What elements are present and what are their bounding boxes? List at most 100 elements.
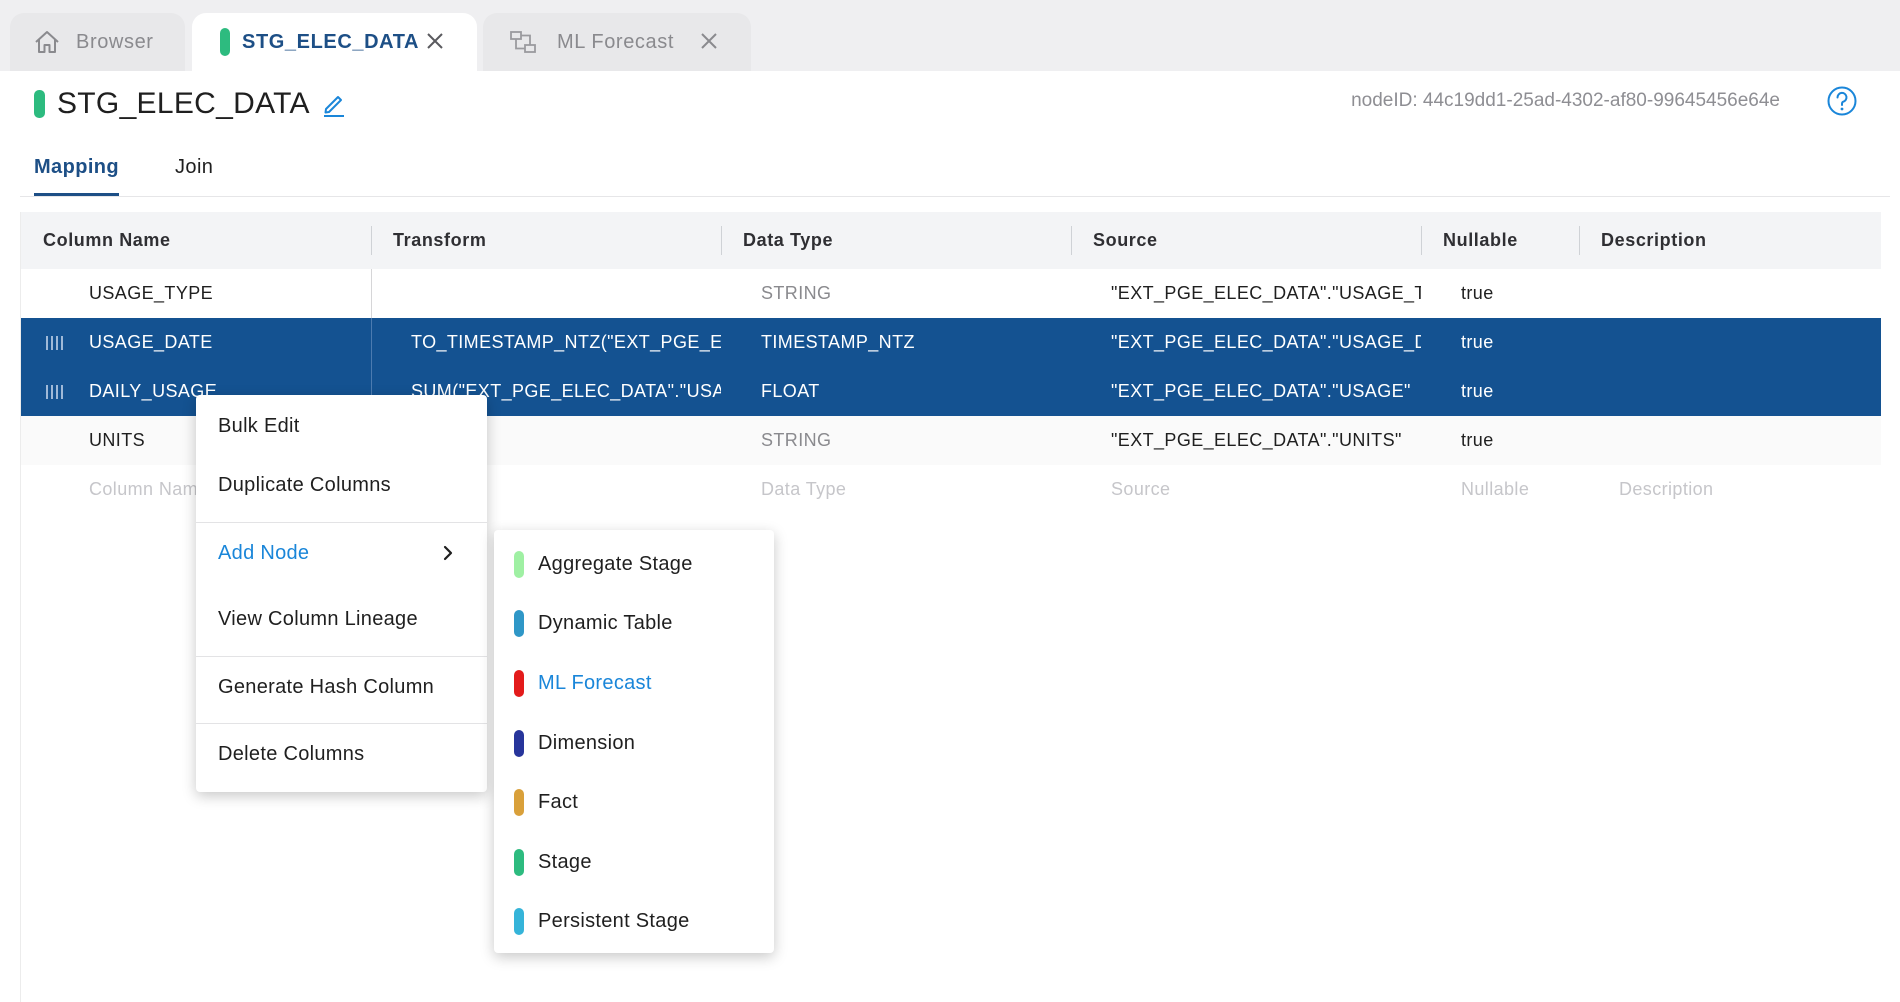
cell-description[interactable]: [1619, 367, 1869, 416]
node-type-chip: [514, 609, 524, 637]
help-icon[interactable]: [1826, 85, 1858, 117]
node-type-dynamic-table[interactable]: Dynamic Table: [494, 597, 774, 649]
menu-item-delete-columns[interactable]: Delete Columns: [196, 725, 487, 783]
column-header-transform[interactable]: Transform: [393, 212, 486, 269]
menu-item-label: ML Forecast: [538, 671, 652, 694]
cell-nullable[interactable]: true: [1461, 318, 1571, 367]
node-type-chip: [514, 848, 524, 876]
table-row[interactable]: USAGE_TYPE STRING "EXT_PGE_ELEC_DATA"."U…: [21, 269, 1881, 318]
cell-column-name[interactable]: USAGE_TYPE: [89, 269, 369, 318]
tab-join[interactable]: Join: [175, 150, 213, 196]
node-type-chip: [514, 788, 524, 816]
node-id: nodeID: 44c19dd1-25ad-4302-af80-99645456…: [1351, 90, 1780, 111]
tab-browser[interactable]: Browser: [10, 13, 185, 71]
node-type-ml-forecast[interactable]: ML Forecast: [494, 657, 774, 709]
page-title: STG_ELEC_DATA: [57, 87, 310, 120]
menu-divider: [196, 522, 487, 523]
cell-transform[interactable]: TO_TIMESTAMP_NTZ("EXT_PGE_ELI: [411, 318, 721, 367]
menu-item-label: Generate Hash Column: [218, 675, 435, 698]
close-icon[interactable]: [423, 29, 447, 53]
new-transform-input[interactable]: m: [471, 465, 721, 514]
tab-ml-forecast[interactable]: ML Forecast: [483, 13, 751, 71]
menu-item-bulk-edit[interactable]: Bulk Edit: [196, 397, 487, 455]
menu-item-label: Stage: [538, 850, 592, 873]
node-type-chip: [514, 550, 524, 578]
node-type-chip: [220, 28, 230, 56]
new-data-type-input[interactable]: Data Type: [761, 465, 1061, 514]
menu-item-label: Add Node: [218, 541, 310, 564]
tab-label: STG_ELEC_DATA: [242, 30, 420, 53]
cell-nullable[interactable]: true: [1461, 367, 1571, 416]
node-type-fact[interactable]: Fact: [494, 776, 774, 828]
menu-item-label: Aggregate Stage: [538, 552, 693, 575]
cell-source[interactable]: "EXT_PGE_ELEC_DATA"."USAGE": [1111, 367, 1421, 416]
cell-nullable[interactable]: true: [1461, 416, 1571, 465]
add-node-submenu: Aggregate Stage Dynamic Table ML Forecas…: [494, 530, 774, 953]
home-icon: [34, 30, 60, 54]
tab-label: Browser: [76, 30, 154, 53]
cell-source[interactable]: "EXT_PGE_ELEC_DATA"."UNITS": [1111, 416, 1421, 465]
cell-data-type[interactable]: STRING: [761, 416, 1061, 465]
new-nullable-input[interactable]: Nullable: [1461, 465, 1571, 514]
menu-item-label: Persistent Stage: [538, 909, 690, 932]
column-header-description[interactable]: Description: [1601, 212, 1707, 269]
menu-item-view-column-lineage[interactable]: View Column Lineage: [196, 590, 487, 648]
tab-mapping[interactable]: Mapping: [34, 150, 120, 196]
tab-label: ML Forecast: [557, 30, 675, 53]
column-divider: [371, 269, 372, 318]
cell-data-type[interactable]: FLOAT: [761, 367, 1061, 416]
divider: [20, 196, 1890, 197]
cell-transform[interactable]: [411, 269, 721, 318]
column-divider[interactable]: [721, 226, 722, 255]
node-type-dimension[interactable]: Dimension: [494, 717, 774, 769]
cell-source[interactable]: "EXT_PGE_ELEC_DATA"."USAGE_DAT: [1111, 318, 1421, 367]
column-divider[interactable]: [1421, 226, 1422, 255]
menu-item-label: Delete Columns: [218, 742, 365, 765]
cell-description[interactable]: [1619, 269, 1869, 318]
column-header-source[interactable]: Source: [1093, 212, 1158, 269]
edit-icon[interactable]: [320, 90, 348, 118]
cell-nullable[interactable]: true: [1461, 269, 1571, 318]
grid-header: Column Name Transform Data Type Source N…: [21, 212, 1881, 269]
page-header: STG_ELEC_DATA: [34, 84, 348, 124]
column-header-data-type[interactable]: Data Type: [743, 212, 833, 269]
cell-source[interactable]: "EXT_PGE_ELEC_DATA"."USAGE_TYP: [1111, 269, 1421, 318]
column-divider[interactable]: [1071, 226, 1072, 255]
chevron-right-icon: [439, 544, 457, 562]
menu-item-generate-hash-column[interactable]: Generate Hash Column: [196, 658, 487, 716]
menu-item-label: Bulk Edit: [218, 414, 300, 437]
menu-item-duplicate-columns[interactable]: Duplicate Columns: [196, 456, 487, 514]
drag-handle-icon[interactable]: [45, 384, 65, 400]
node-type-stage[interactable]: Stage: [494, 836, 774, 888]
menu-item-label: Dimension: [538, 731, 636, 754]
flow-icon: [509, 30, 537, 54]
menu-divider: [196, 723, 487, 724]
cell-description[interactable]: [1619, 318, 1869, 367]
menu-divider: [196, 656, 487, 657]
column-divider: [371, 318, 372, 367]
tab-stg-elec-data[interactable]: STG_ELEC_DATA: [192, 13, 477, 71]
cell-data-type[interactable]: TIMESTAMP_NTZ: [761, 318, 1061, 367]
column-divider[interactable]: [1579, 226, 1580, 255]
column-divider[interactable]: [371, 226, 372, 255]
node-type-chip: [514, 729, 524, 757]
menu-item-label: Dynamic Table: [538, 611, 673, 634]
close-icon[interactable]: [697, 29, 721, 53]
node-type-chip: [34, 90, 45, 118]
node-type-persistent-stage[interactable]: Persistent Stage: [494, 895, 774, 947]
column-header-nullable[interactable]: Nullable: [1443, 212, 1518, 269]
drag-handle-icon[interactable]: [45, 335, 65, 351]
cell-description[interactable]: [1619, 416, 1869, 465]
column-context-menu: Bulk Edit Duplicate Columns Add Node Vie…: [196, 395, 487, 792]
new-source-input[interactable]: Source: [1111, 465, 1421, 514]
table-row-selected[interactable]: USAGE_DATE TO_TIMESTAMP_NTZ("EXT_PGE_ELI…: [21, 318, 1881, 367]
cell-data-type[interactable]: STRING: [761, 269, 1061, 318]
node-type-aggregate-stage[interactable]: Aggregate Stage: [494, 538, 774, 590]
menu-item-add-node[interactable]: Add Node: [196, 524, 487, 582]
new-description-input[interactable]: Description: [1619, 465, 1869, 514]
node-type-chip: [514, 669, 524, 697]
node-type-chip: [514, 907, 524, 935]
section-tabs: Mapping Join: [34, 150, 213, 196]
cell-column-name[interactable]: USAGE_DATE: [89, 318, 369, 367]
column-header-name[interactable]: Column Name: [43, 212, 171, 269]
